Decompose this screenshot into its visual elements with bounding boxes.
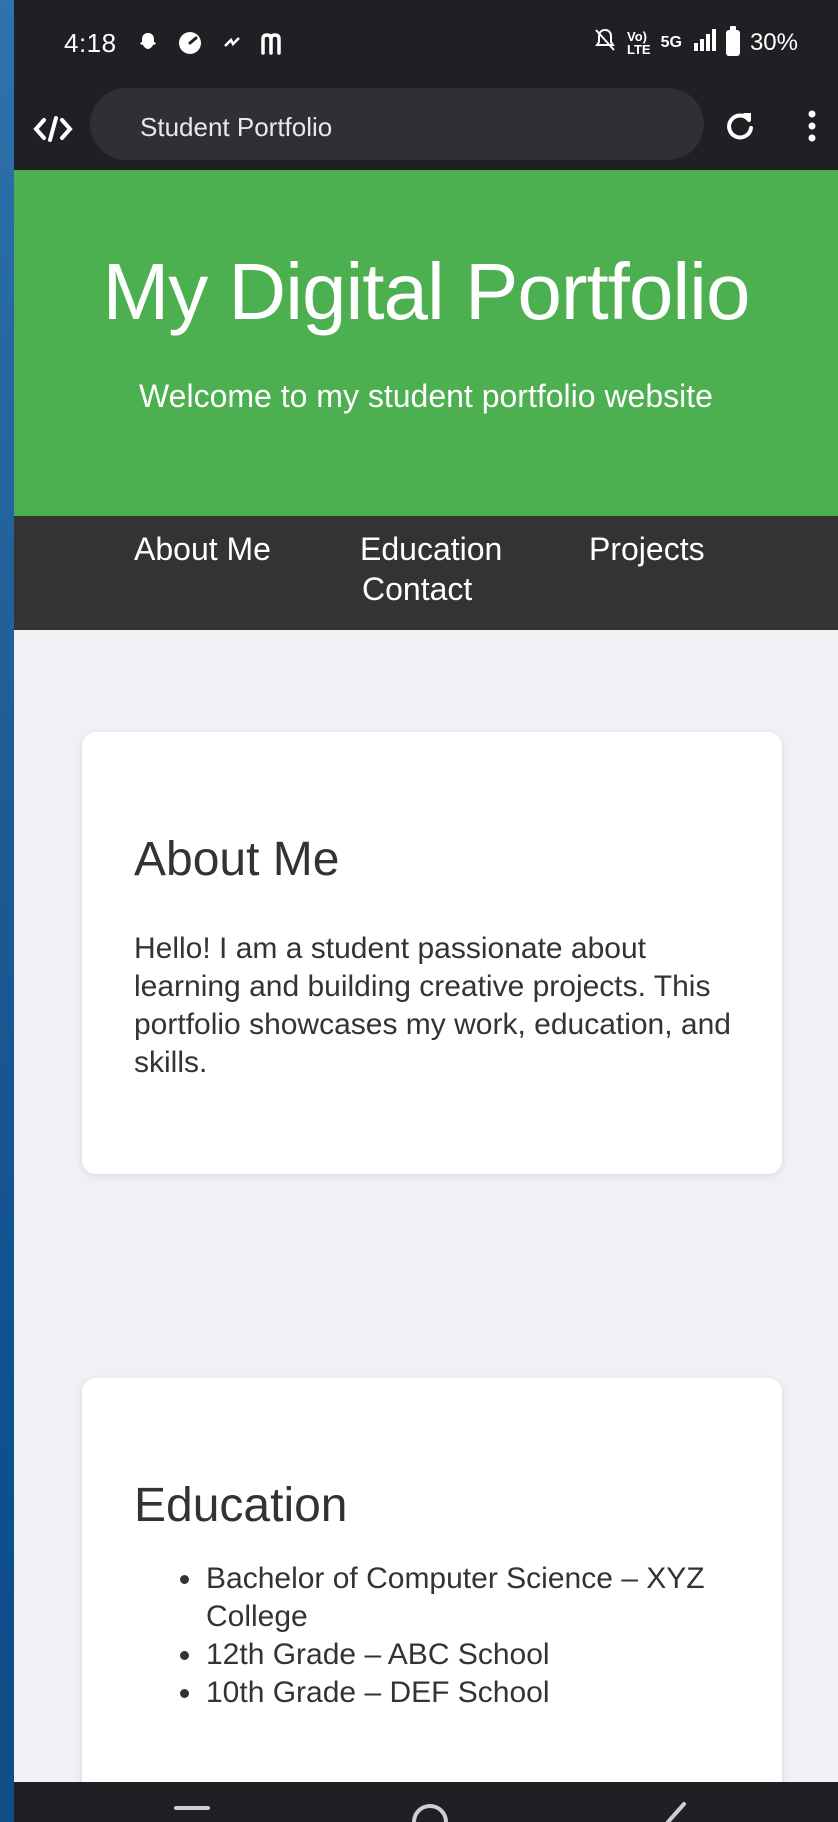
system-navigation-bar [14, 1782, 838, 1822]
mute-bell-icon [593, 27, 617, 60]
home-icon[interactable] [410, 1800, 450, 1822]
code-icon[interactable] [30, 106, 76, 152]
signal-icon [692, 28, 716, 58]
phone-screen: 4:18 Vo) LTE 5G 30% Student Portfolio My… [14, 0, 838, 1822]
hero-header: My Digital Portfolio Welcome to my stude… [14, 170, 838, 516]
about-card: About Me Hello! I am a student passionat… [82, 732, 782, 1174]
volte-label: Vo) LTE [627, 29, 651, 57]
about-text: Hello! I am a student passionate about l… [134, 932, 731, 1079]
browser-toolbar: Student Portfolio [14, 88, 838, 170]
battery-icon [725, 26, 740, 56]
nav-link-projects[interactable]: Projects [589, 530, 705, 568]
m-icon [260, 29, 288, 57]
hero-subtitle: Welcome to my student portfolio website [139, 378, 713, 414]
notification-icons [134, 26, 288, 60]
status-time: 4:18 [64, 28, 117, 58]
list-item: 10th Grade – DEF School [174, 1674, 734, 1712]
nav-link-education[interactable]: Education [360, 530, 502, 568]
more-vert-icon[interactable] [792, 100, 832, 152]
battery-percent: 30% [749, 29, 798, 56]
nav-link-about[interactable]: About Me [134, 530, 271, 568]
system-status: Vo) LTE 5G 30% [593, 26, 798, 60]
web-page: My Digital Portfolio Welcome to my stude… [14, 170, 838, 1782]
education-list: Bachelor of Computer Science – XYZ Colle… [174, 1560, 734, 1712]
site-navigation: About Me Education Projects Contact [14, 516, 838, 630]
education-heading: Education [134, 1479, 348, 1532]
messenger-icon [218, 29, 246, 57]
reload-icon[interactable] [714, 100, 766, 152]
list-item: Bachelor of Computer Science – XYZ Colle… [174, 1560, 734, 1636]
status-bar: 4:18 Vo) LTE 5G 30% [14, 0, 838, 88]
hero-title: My Digital Portfolio [102, 247, 751, 336]
network-type: 5G [660, 34, 682, 51]
page-title-text: Student Portfolio [140, 112, 333, 142]
about-heading: About Me [134, 833, 340, 886]
recents-icon[interactable] [172, 1804, 212, 1822]
back-icon[interactable] [654, 1800, 694, 1822]
list-item: 12th Grade – ABC School [174, 1636, 734, 1674]
address-bar[interactable]: Student Portfolio [90, 88, 704, 160]
snapchat-icon [134, 29, 162, 57]
nav-link-contact[interactable]: Contact [362, 570, 472, 608]
speedometer-icon [176, 29, 204, 57]
education-card: Education Bachelor of Computer Science –… [82, 1378, 782, 1782]
